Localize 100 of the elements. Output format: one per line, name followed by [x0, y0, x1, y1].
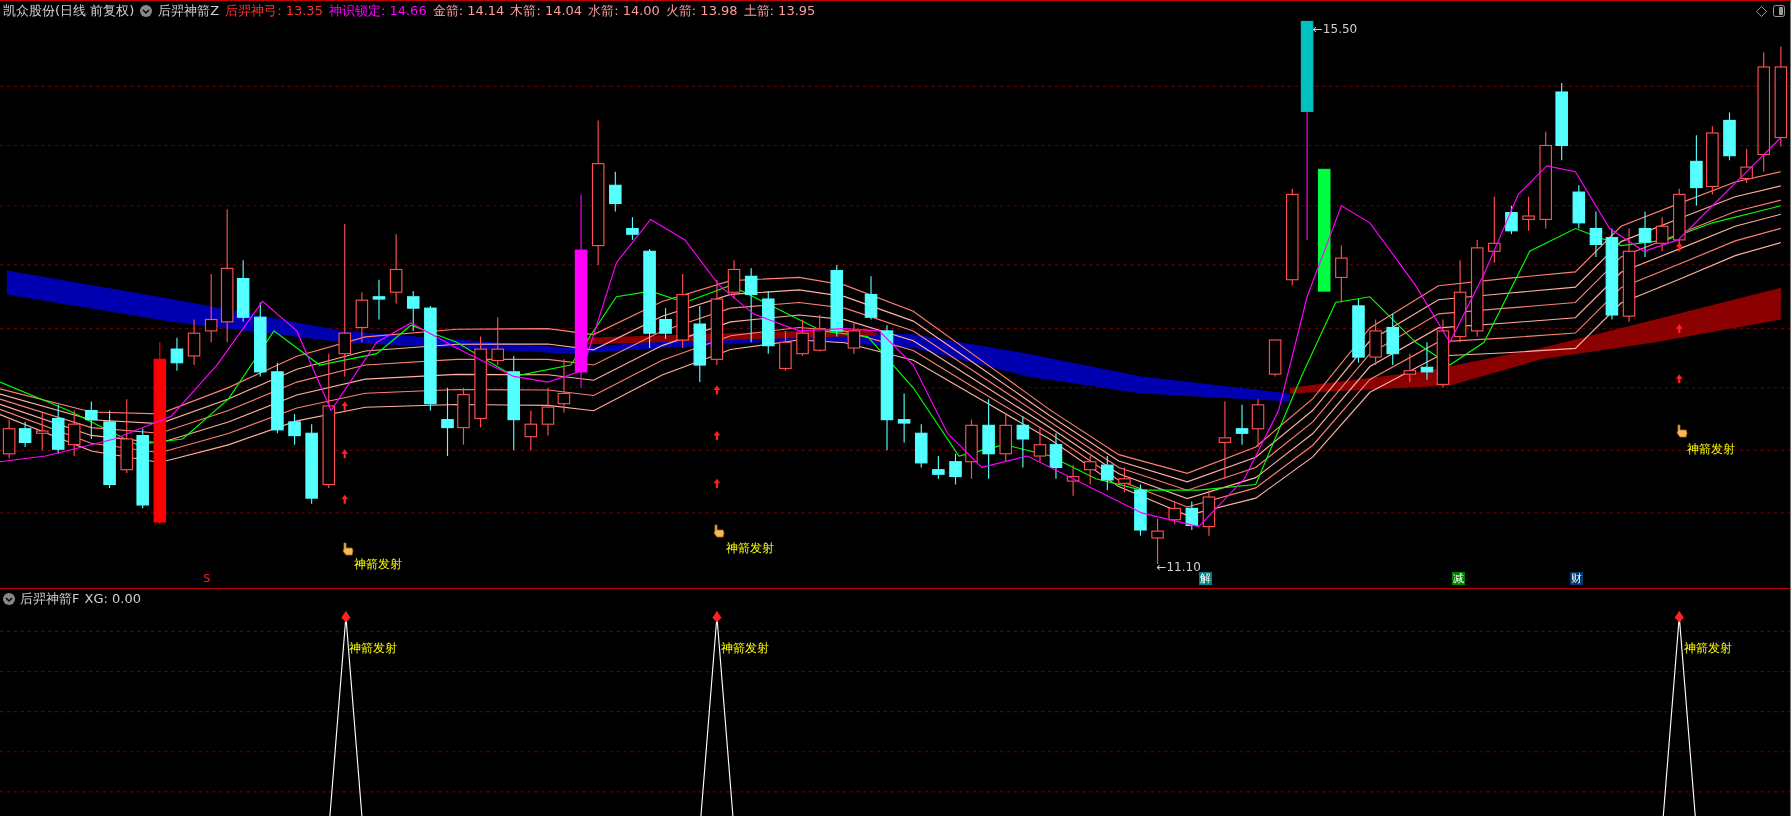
indicator-reading: 神识锁定: 14.66 [328, 2, 427, 20]
up-arrow-icon [341, 449, 349, 459]
candlestick [1016, 415, 1030, 468]
candlestick [372, 279, 386, 321]
candlestick [1251, 398, 1265, 448]
indicator-reading: 后羿神弓: 13.35 [225, 2, 323, 20]
candlestick [949, 453, 962, 486]
candlestick [1589, 210, 1603, 258]
pointing-hand-icon [712, 524, 726, 539]
candlestick [626, 216, 639, 241]
indicator-reading: 火箭: 13.98 [665, 2, 738, 20]
candlestick [796, 318, 809, 357]
indicator-name: 后羿神箭Z [158, 2, 220, 20]
up-arrow-icon [341, 401, 349, 411]
up-arrow-icon [341, 494, 349, 504]
candlestick [609, 171, 622, 213]
candlestick [659, 307, 672, 340]
candlestick [85, 400, 98, 440]
candlestick [1505, 205, 1518, 235]
indicator-name: 后羿神箭F [20, 590, 80, 608]
signal-label: 神箭发射 [1687, 441, 1736, 459]
indicator-reading: XG: 0.00 [84, 590, 141, 608]
pointing-hand-icon [1674, 424, 1688, 439]
candlestick [779, 330, 792, 372]
candlestick [1352, 298, 1365, 364]
candlestick [541, 387, 555, 437]
candlestick [1185, 500, 1199, 531]
candlestick [897, 392, 911, 443]
candlestick [1101, 455, 1114, 491]
candlestick [187, 318, 201, 366]
candlestick [389, 233, 403, 305]
candlestick [762, 290, 775, 355]
candlestick [1049, 432, 1063, 480]
candlestick [524, 409, 538, 451]
candlestick [236, 259, 250, 323]
candlestick [67, 409, 81, 457]
candlestick [1083, 455, 1097, 486]
signal-tag: 解 [1198, 572, 1212, 586]
up-arrow-icon [713, 478, 721, 488]
candlestick [355, 291, 369, 343]
signal-label: 神箭发射 [349, 639, 398, 657]
candlestick [271, 362, 284, 434]
candlestick [1740, 148, 1753, 184]
panel-toggle-icon[interactable] [1773, 5, 1785, 17]
price-label: ←15.50 [1312, 21, 1358, 39]
indicator-reading: 土箭: 13.95 [743, 2, 816, 20]
indicator-reading: 木箭: 14.04 [510, 2, 583, 20]
indicator-reading: 水箭: 14.00 [588, 2, 660, 20]
candlestick [813, 314, 826, 352]
collapse-icon[interactable] [140, 5, 153, 17]
candlestick [1522, 196, 1535, 232]
candlestick [441, 387, 454, 457]
candlestick [457, 387, 470, 446]
candlestick [1369, 318, 1382, 366]
candlestick [1386, 313, 1399, 366]
signal-tag: 财 [1569, 572, 1583, 586]
candlestick [1168, 500, 1181, 525]
diamond-icon[interactable] [1756, 5, 1767, 17]
candlestick [1436, 318, 1450, 389]
up-arrow-icon [713, 431, 721, 441]
candlestick [557, 358, 571, 414]
candlestick [491, 316, 504, 366]
collapse-icon[interactable] [3, 593, 15, 605]
signal-label: 神箭发射 [1683, 639, 1732, 657]
candlestick [847, 321, 861, 355]
candlestick [204, 273, 218, 343]
signal-label: 神箭发射 [721, 639, 770, 657]
signal-label: 神箭发射 [726, 540, 775, 558]
signal-tag: 减 [1452, 572, 1466, 586]
up-arrow-icon [713, 385, 721, 395]
signal-label: 神箭发射 [353, 556, 402, 573]
price-label: ←11.10 [1156, 559, 1201, 575]
candlestick [1118, 466, 1131, 493]
candlestick [1134, 483, 1147, 537]
candlestick [1723, 111, 1736, 161]
candlestick [1235, 404, 1249, 446]
candlestick [1066, 464, 1080, 497]
candlestick [1572, 184, 1586, 230]
up-arrow-icon [1675, 324, 1683, 334]
candlestick [864, 275, 878, 321]
candlestick [1638, 210, 1652, 258]
candlestick [1420, 341, 1434, 381]
up-arrow-icon [1675, 242, 1683, 252]
candlestick [932, 455, 945, 480]
candlestick [727, 259, 741, 300]
candlestick [965, 419, 978, 480]
candlestick [288, 413, 301, 446]
candlestick [170, 337, 184, 372]
signal-marker: S [203, 573, 211, 586]
candlestick [1403, 353, 1417, 383]
candlestick [1202, 489, 1216, 537]
up-arrow-icon [1675, 374, 1683, 384]
indicator-reading: 金箭: 14.14 [432, 2, 505, 20]
candlestick [406, 290, 420, 332]
candlestick [1655, 216, 1669, 252]
candlestick [914, 423, 928, 468]
candlestick [51, 404, 65, 455]
pointing-hand-icon [341, 542, 355, 557]
stock-title: 凯众股份(日线 前复权) [3, 2, 135, 20]
candlestick [1706, 125, 1719, 195]
